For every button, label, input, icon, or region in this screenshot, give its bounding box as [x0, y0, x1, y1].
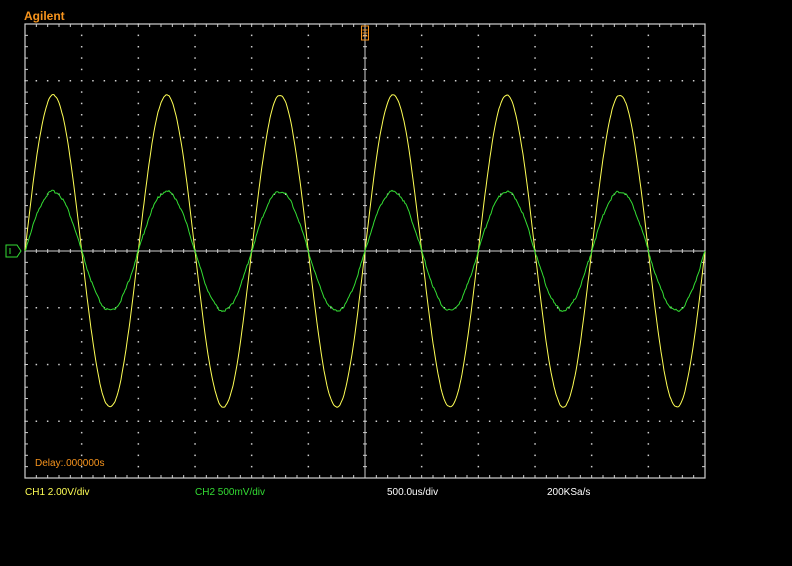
ch2-scale-readout: CH2 500mV/div [195, 487, 266, 498]
oscilloscope-display [5, 23, 706, 479]
timebase-readout: 500.0us/div [387, 487, 439, 498]
delay-readout: Delay:.000000s [35, 458, 105, 469]
sample-rate-readout: 200KSa/s [547, 487, 591, 498]
ground-marker-icon [5, 244, 22, 258]
ch1-scale-readout: CH1 2.00V/div [25, 487, 90, 498]
